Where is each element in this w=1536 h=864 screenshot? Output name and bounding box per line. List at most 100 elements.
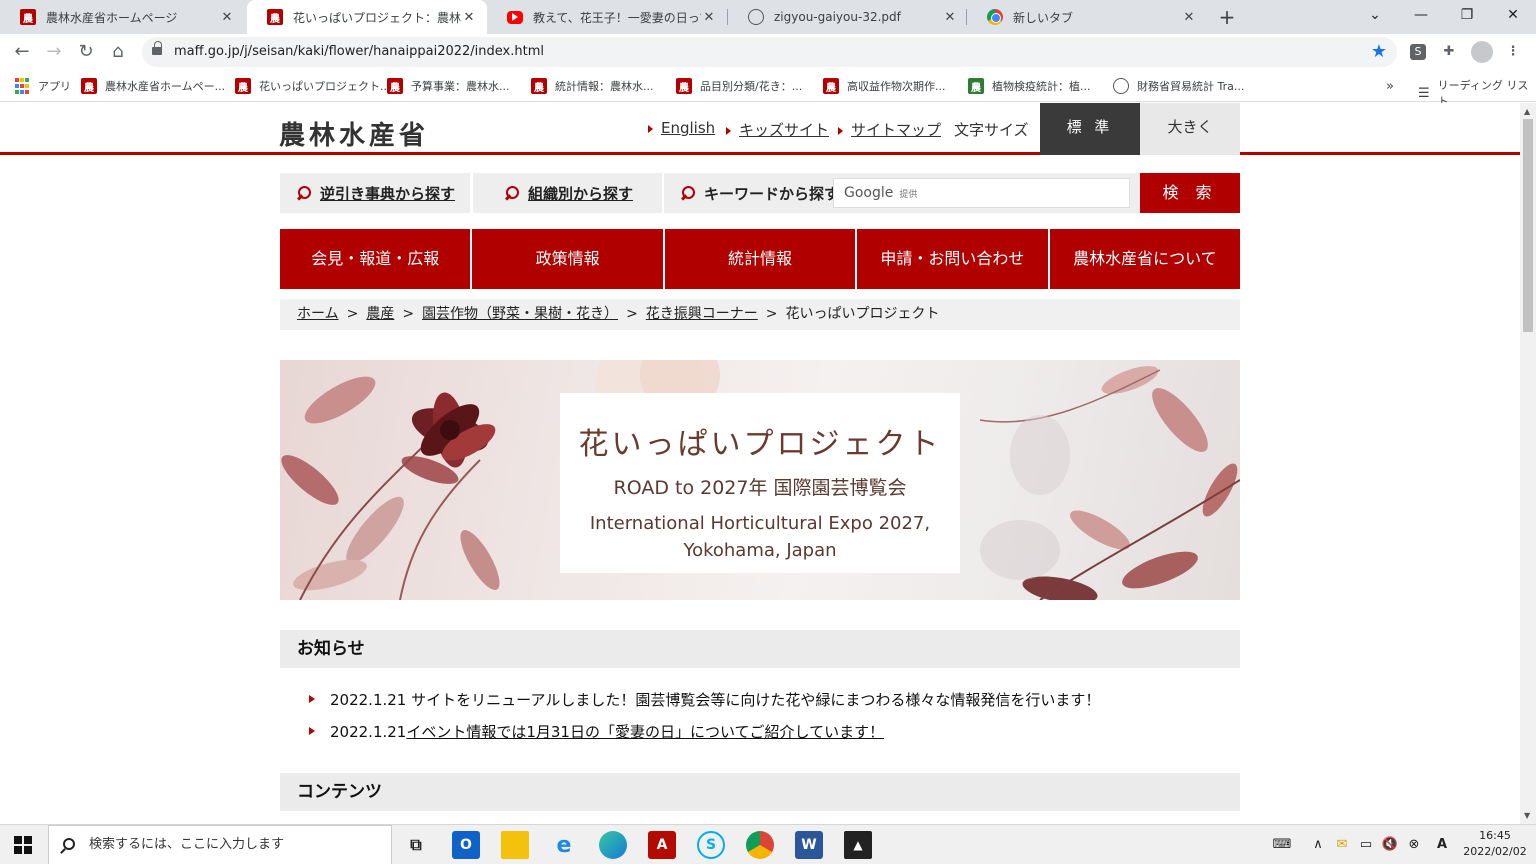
nav-policy[interactable]: 政策情報 (472, 229, 663, 289)
tray-chevron-icon[interactable]: ∧ (1308, 825, 1328, 864)
windows-start-icon[interactable] (14, 836, 32, 854)
close-icon[interactable]: ✕ (701, 10, 717, 25)
reload-icon[interactable]: ↻ (72, 38, 100, 66)
news-heading: お知らせ (280, 630, 1240, 668)
breadcrumb-horticulture[interactable]: 園芸作物（野菜・果樹・花き） (422, 306, 618, 322)
extensions-puzzle-icon[interactable]: ✚ (1438, 41, 1460, 63)
tab-pdf[interactable]: zigyou-gaiyou-32.pdf ✕ (728, 0, 968, 34)
scroll-up-icon[interactable]: ▲ (1524, 107, 1530, 116)
keyboard-icon[interactable]: ⌨ (1268, 825, 1296, 864)
volume-mute-icon[interactable]: 🔇 (1380, 825, 1400, 864)
mail-tray-icon[interactable]: ✉ (1332, 825, 1352, 864)
bookmark-label: 植物検疫統計：植... (992, 80, 1091, 93)
tab-strip: 農 農林水産省ホームページ ✕ 農 花いっぱいプロジェクト：農林水産省 ✕ 教え… (0, 0, 1536, 34)
edge-icon[interactable] (599, 831, 627, 859)
home-icon[interactable]: ⌂ (104, 38, 132, 66)
page-viewport: 農林水産省 English キッズサイト サイトマップ 文字サイズ 標 準 大き… (0, 103, 1520, 824)
bookmark-item[interactable]: 財務省貿易統計 Tra... (1113, 77, 1244, 95)
minimize-button[interactable]: — (1398, 0, 1444, 30)
breadcrumb-flower-corner[interactable]: 花き振興コーナー (646, 306, 758, 322)
system-clock[interactable]: 16:45 2022/02/02 (1462, 828, 1528, 860)
tab-hanaippai[interactable]: 農 花いっぱいプロジェクト：農林水産省 ✕ (247, 0, 487, 34)
english-link[interactable]: English (648, 119, 715, 137)
bookmark-star-icon[interactable]: ★ (1371, 41, 1387, 62)
font-size-large-button[interactable]: 大きく (1140, 103, 1240, 155)
bookmark-item[interactable]: 農 予算事業：農林水... (387, 77, 510, 95)
window-close-button[interactable]: ✕ (1490, 0, 1536, 30)
org-search-button[interactable]: 組織別から探す (473, 173, 662, 213)
reverse-index-search-button[interactable]: 逆引き事典から探す (280, 173, 470, 213)
back-icon[interactable]: ← (8, 38, 36, 66)
tab-maff-home[interactable]: 農 農林水産省ホームページ ✕ (0, 0, 245, 34)
search-button[interactable]: 検 索 (1140, 173, 1240, 213)
bookmark-item[interactable]: 農 高収益作物次期作... (823, 77, 946, 95)
news-event-link[interactable]: イベント情報では1月31日の「愛妻の日」についてご紹介しています！ (406, 723, 884, 741)
news-text: サイトをリニューアルしました！園芸博覧会等に向けた花や緑にまつわる様々な情報発信… (406, 691, 1101, 709)
address-bar[interactable]: maff.go.jp/j/seisan/kaki/flower/hanaippa… (142, 37, 1397, 67)
maff-icon: 農 (968, 78, 984, 94)
tab-new[interactable]: 新しいタブ ✕ (967, 0, 1207, 34)
forward-icon[interactable]: → (40, 38, 68, 66)
internet-explorer-icon[interactable]: e (550, 831, 578, 859)
bookmark-label: 花いっぱいプロジェクト... (259, 80, 391, 93)
profile-avatar-icon[interactable] (1471, 41, 1493, 63)
task-view-icon[interactable]: ⧉ (402, 831, 430, 859)
scroll-down-icon[interactable]: ▼ (1524, 811, 1530, 820)
bookmarks-overflow-button[interactable]: » (1386, 77, 1394, 95)
close-icon[interactable]: ✕ (219, 10, 235, 25)
url-text[interactable]: maff.go.jp/j/seisan/kaki/flower/hanaippa… (174, 44, 544, 59)
network-icon[interactable]: ▭ (1356, 825, 1376, 864)
nav-applications[interactable]: 申請・お問い合わせ (857, 229, 1048, 289)
hero-subtitle: ROAD to 2027年 国際園芸博覧会 (613, 477, 907, 499)
nav-statistics[interactable]: 統計情報 (664, 229, 856, 289)
clock-date: 2022/02/02 (1463, 845, 1527, 858)
tab-search-chevron-icon[interactable]: ⌄ (1352, 0, 1398, 30)
bookmark-item[interactable]: 農 統計情報：農林水... (531, 77, 654, 95)
bookmark-item[interactable]: 農 農林水産省ホームペー... (81, 77, 225, 95)
breadcrumb-current: 花いっぱいプロジェクト (785, 306, 940, 322)
menu-kebab-icon[interactable]: ⋮ (1502, 41, 1524, 63)
nav-about[interactable]: 農林水産省について (1049, 229, 1241, 289)
close-icon[interactable]: ✕ (942, 10, 958, 25)
close-icon[interactable]: ✕ (1181, 10, 1197, 25)
breadcrumb-home[interactable]: ホーム (297, 306, 339, 322)
photos-icon[interactable]: ▲ (844, 831, 872, 859)
scroll-thumb[interactable] (1523, 119, 1533, 332)
bookmark-label: 農林水産省ホームペー... (105, 80, 226, 93)
maff-icon: 農 (823, 78, 839, 94)
maff-icon: 農 (676, 78, 692, 94)
news-item: 2022.1.21 サイトをリニューアルしました！園芸博覧会等に向けた花や緑にま… (308, 689, 1101, 710)
google-search-input[interactable]: Google 提供 (833, 178, 1130, 208)
taskbar-search-box[interactable]: 検索するには、ここに入力します (48, 825, 392, 864)
close-icon[interactable]: ✕ (461, 10, 477, 25)
bookmark-item[interactable]: 農 植物検疫統計：植... (968, 77, 1091, 95)
new-tab-button[interactable]: + (1215, 5, 1239, 29)
font-size-standard-button[interactable]: 標 準 (1040, 103, 1140, 155)
file-explorer-icon[interactable] (501, 831, 529, 859)
globe-icon (1113, 78, 1129, 94)
tab-youtube[interactable]: 教えて、花王子！一愛妻の日って、何？ ✕ (487, 0, 727, 34)
site-header: 農林水産省 English キッズサイト サイトマップ 文字サイズ 標 準 大き… (0, 103, 1520, 155)
bookmark-item[interactable]: 農 花いっぱいプロジェクト... (235, 77, 391, 95)
global-nav: 会見・報道・広報 政策情報 統計情報 申請・お問い合わせ 農林水産省について (280, 229, 1241, 289)
restore-button[interactable]: ❐ (1444, 0, 1490, 30)
sitemap-link[interactable]: サイトマップ (838, 119, 941, 140)
extension-s-icon[interactable]: S (1410, 44, 1426, 60)
acrobat-icon[interactable]: A (648, 831, 676, 859)
site-logo[interactable]: 農林水産省 (279, 115, 429, 152)
org-search-label: 組織別から探す (528, 184, 634, 203)
word-icon[interactable]: W (795, 831, 823, 859)
bookmark-apps[interactable]: アプリ (14, 77, 71, 95)
browser-toolbar: ← → ↻ ⌂ maff.go.jp/j/seisan/kaki/flower/… (0, 34, 1536, 70)
breadcrumb-agri[interactable]: 農産 (366, 306, 394, 322)
search-icon (296, 185, 311, 201)
skype-icon[interactable]: S (697, 831, 725, 859)
outlook-icon[interactable]: O (452, 831, 480, 859)
kids-site-link[interactable]: キッズサイト (726, 119, 829, 140)
page-scrollbar[interactable]: ▲ ▼ (1520, 103, 1536, 824)
ime-icon[interactable]: A (1430, 825, 1454, 864)
nav-press[interactable]: 会見・報道・広報 (280, 229, 471, 289)
notification-off-icon[interactable]: ⊗ (1404, 825, 1424, 864)
bookmark-item[interactable]: 農 品目別分類/花き：... (676, 77, 802, 95)
chrome-icon[interactable] (746, 831, 774, 859)
